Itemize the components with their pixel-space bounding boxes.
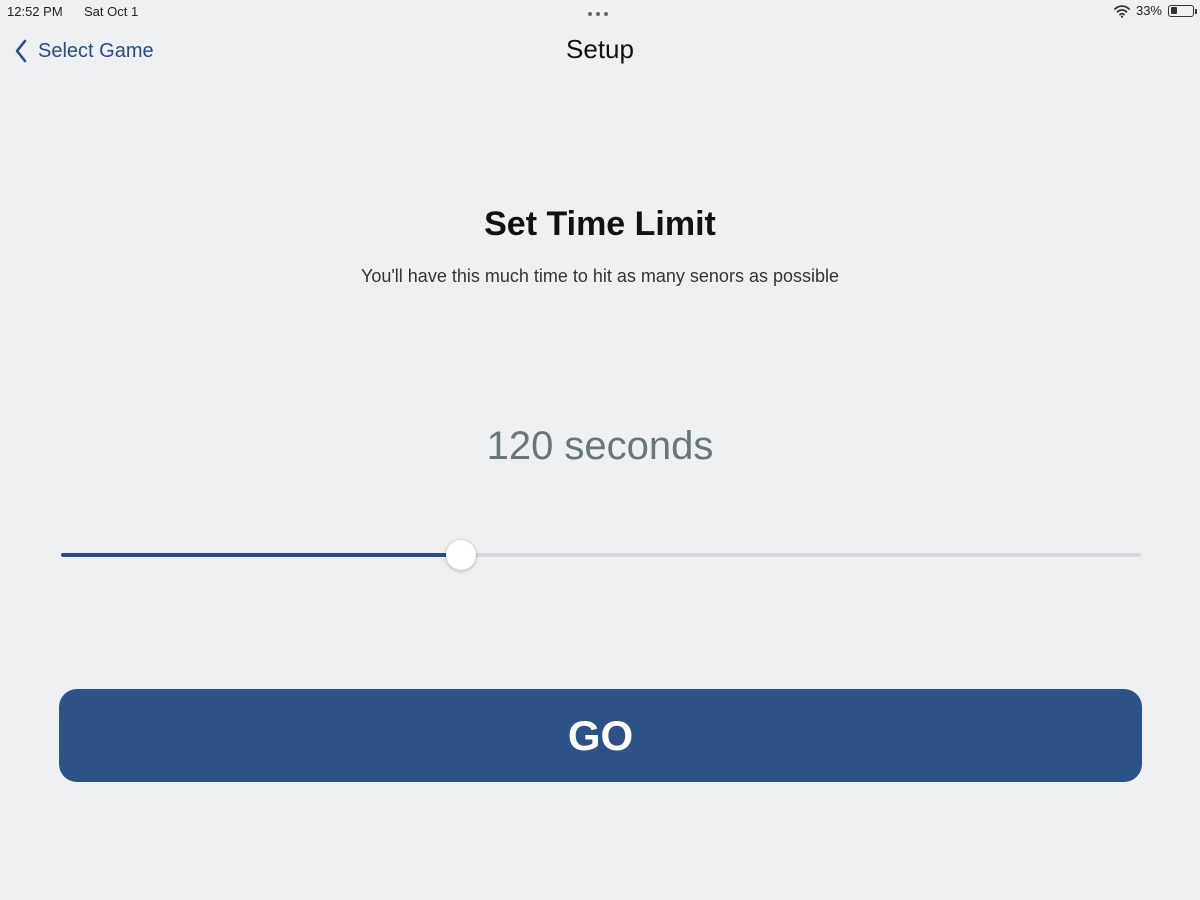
- status-bar: 12:52 PM Sat Oct 1 33%: [0, 0, 1200, 24]
- battery-icon: [1168, 4, 1197, 17]
- section-heading: Set Time Limit: [484, 205, 716, 243]
- battery-level-fill: [1170, 7, 1178, 14]
- section-subtitle: You'll have this much time to hit as man…: [360, 266, 839, 286]
- time-limit-value: 120 seconds: [486, 424, 714, 468]
- go-button[interactable]: GO: [59, 689, 1142, 782]
- wifi-icon: [1114, 4, 1130, 18]
- time-limit-slider[interactable]: [61, 540, 1141, 570]
- multitasking-dots-icon[interactable]: [588, 12, 608, 16]
- slider-thumb[interactable]: [445, 540, 476, 570]
- status-date: Sat Oct 1: [84, 4, 139, 19]
- status-time: 12:52 PM: [7, 4, 63, 19]
- page-title: Setup: [566, 34, 634, 64]
- slider-fill: [61, 553, 461, 557]
- battery-percent: 33%: [1135, 3, 1162, 18]
- status-indicators: 33%: [1114, 3, 1197, 18]
- setup-screen: 12:52 PM Sat Oct 1 33% Select Game Setup…: [0, 0, 1200, 900]
